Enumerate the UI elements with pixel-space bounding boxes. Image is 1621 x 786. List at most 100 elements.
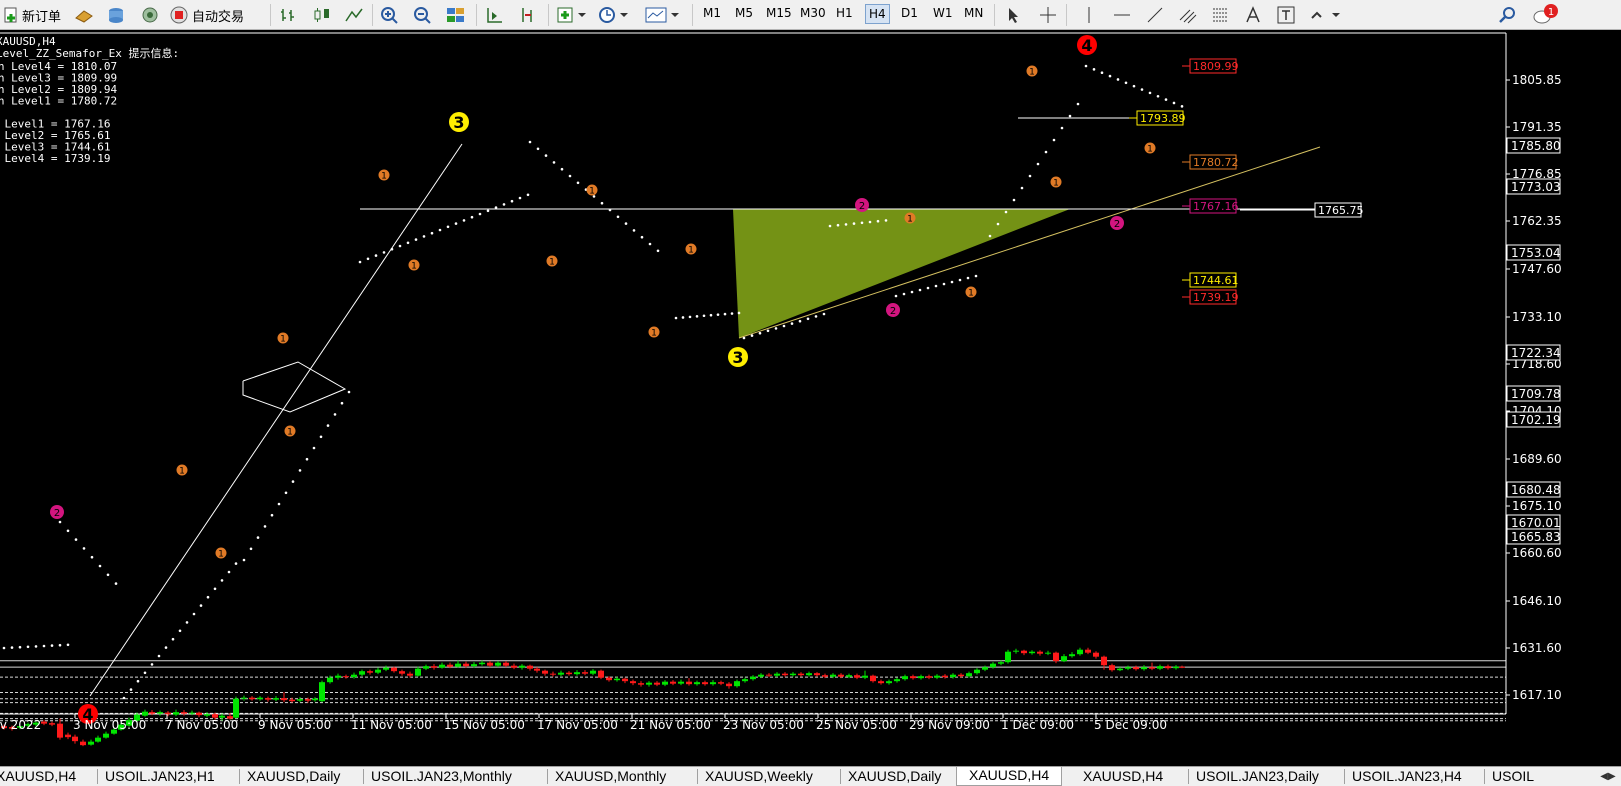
crosshair-button[interactable] [1039,3,1057,27]
text-button[interactable] [1245,3,1261,27]
candlestick-button[interactable] [312,3,332,27]
tab-scroll-right-icon[interactable]: ▶ [1608,771,1616,782]
chart-tab[interactable]: USOIL.JAN23,H1 [105,767,215,786]
tile-windows-icon [447,8,464,22]
level-label: 1765.75 [1307,202,1364,218]
trendline-button[interactable] [1146,3,1164,27]
new-order-button[interactable]: 新订单 [2,3,61,27]
candle-body [614,678,620,681]
sar-dot [1084,64,1088,68]
cursor-button[interactable] [1005,3,1023,27]
timeframe-m5[interactable]: M5 [735,6,753,20]
price-tick-label: 1631.60 [1512,641,1562,655]
sar-dot [974,274,978,278]
database-button[interactable] [107,3,127,27]
chart-tab[interactable]: XAUUSD,Monthly [555,767,666,786]
timeframe-m15[interactable]: M15 [766,6,792,20]
candle-body [934,675,940,678]
search-button[interactable] [1498,3,1518,27]
vertical-line-button[interactable] [1080,3,1098,27]
chart-tab[interactable]: USOIL.JAN23,Monthly [371,767,512,786]
signal-button[interactable] [140,3,160,27]
sar-dot [2,646,6,650]
bar-chart-button[interactable] [279,3,299,27]
tile-windows-button[interactable] [446,3,466,27]
candle-body [862,675,868,678]
gold-bars-icon [75,10,93,23]
chart-tab[interactable]: USOIL [1492,767,1534,786]
level-label: 1793.89 [1129,110,1186,126]
equidistant-channel-button[interactable] [1178,3,1198,27]
gold-bars-button[interactable] [74,3,94,27]
price-axis: 1805.851791.351776.851762.351747.601733.… [1506,73,1562,702]
sar-dot [192,612,196,616]
price-chart[interactable]: 11111111111111122223344 1805.851791.3517… [0,30,1621,766]
tab-separator [1344,769,1345,784]
price-tick-label: 1791.35 [1512,120,1562,134]
auto-trade-button[interactable]: 自动交易 [170,3,244,27]
tab-separator [547,769,548,784]
templates-button[interactable] [645,3,681,27]
periods-button[interactable] [598,3,630,27]
candle-body [1125,667,1131,669]
toolbar-separator [270,4,271,26]
tab-scroll-left-icon[interactable]: ◀ [1600,771,1608,782]
sar-dot [1052,138,1056,142]
arrows-button[interactable] [1310,3,1340,27]
timeframe-d1[interactable]: D1 [901,6,918,20]
notifications-button[interactable]: 1 [1532,3,1562,27]
candle-body [1101,656,1107,666]
tab-separator [1188,769,1189,784]
line-chart-button[interactable] [344,3,364,27]
auto-trade-icon [170,6,188,24]
sar-dot [270,513,274,517]
sar-dot [422,235,426,238]
time-tick-label: 7 Nov 05:00 [165,718,238,732]
chart-tab[interactable]: XAUUSD,H4 [956,767,1063,786]
timeframe-h1[interactable]: H1 [836,6,853,20]
sar-dot [674,316,678,320]
indicators-button[interactable] [556,3,588,27]
sar-dot [766,329,770,333]
chart-tab[interactable]: USOIL.JAN23,Daily [1196,767,1319,786]
timeframe-w1[interactable]: W1 [933,6,953,20]
semafor-digit: 1 [968,289,974,299]
chart-tab[interactable]: XAUUSD,Daily [247,767,340,786]
candle-body [265,698,271,700]
candle-body [966,673,972,677]
tab-scroll-arrows[interactable]: ◀▶ [1595,767,1621,786]
vertical-line-icon [1088,7,1090,23]
sar-dot [958,278,962,282]
sar-dot [502,203,506,206]
chart-tab[interactable]: XAUUSD,H4 [0,767,76,786]
chart-shift-button[interactable] [518,3,538,27]
horizontal-line-button[interactable] [1113,3,1131,27]
zoom-in-button[interactable] [380,3,400,27]
timeframe-mn[interactable]: MN [964,6,983,20]
auto-scroll-button[interactable] [485,3,505,27]
text-label-button[interactable] [1277,3,1295,27]
timeframe-m1[interactable]: M1 [703,6,721,20]
candle-body [814,673,820,676]
zoom-out-button[interactable] [413,3,433,27]
candle-body [950,674,956,678]
new-order-label: 新订单 [22,9,62,25]
candle-body [1109,665,1115,671]
line-chart-icon [345,8,363,22]
timeframe-h4[interactable]: H4 [865,4,890,24]
chart-tab[interactable]: XAUUSD,H4 [1083,767,1163,786]
candle-body [423,666,429,669]
fibonacci-button[interactable] [1211,3,1231,27]
chart-tab[interactable]: USOIL.JAN23,H4 [1352,767,1462,786]
sar-dot [1180,105,1184,108]
candle-body [1085,649,1091,653]
candle-body [886,681,892,684]
auto-scroll-icon [487,8,502,23]
sar-dot [136,679,140,683]
chart-tab[interactable]: XAUUSD,Daily [848,767,941,786]
chart-tab[interactable]: XAUUSD,Weekly [705,767,813,786]
semafor-digit: 2 [54,508,60,519]
candle-body [196,712,202,716]
sar-dot [50,644,54,647]
timeframe-m30[interactable]: M30 [800,6,826,20]
